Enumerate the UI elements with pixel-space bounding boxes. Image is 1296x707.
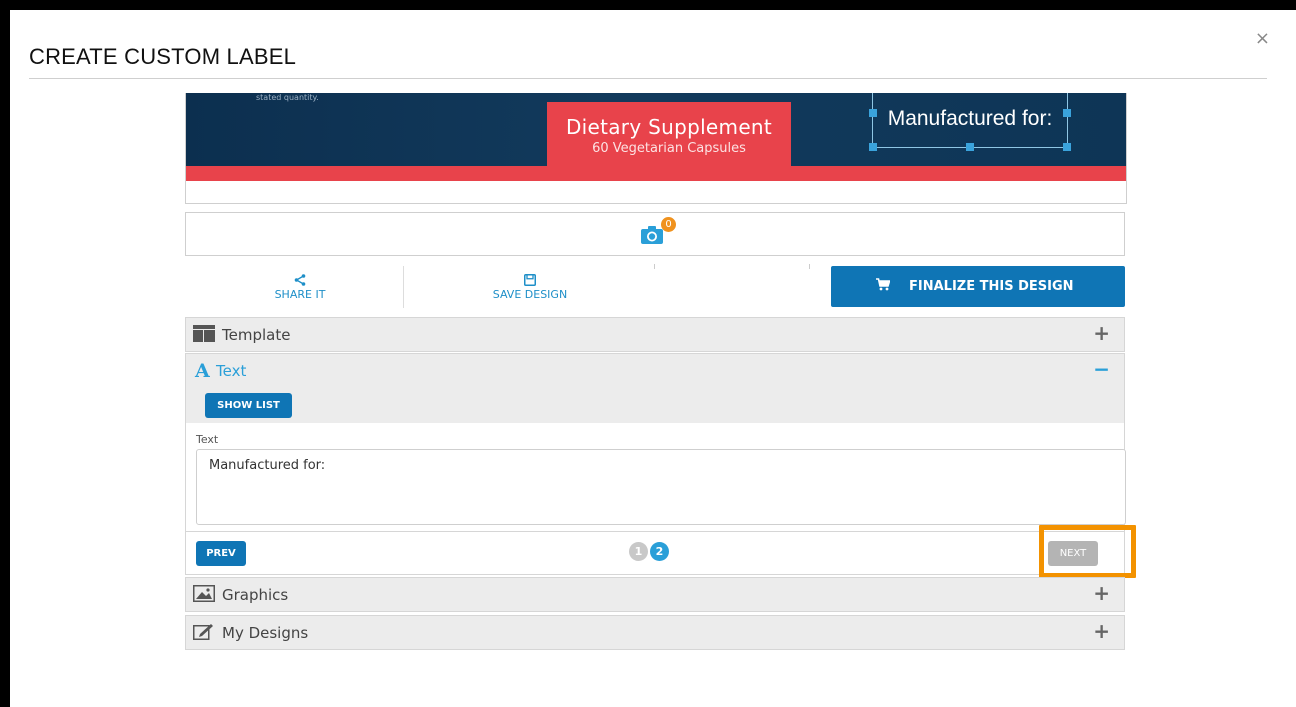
share-button[interactable]: SHARE IT [255,274,345,301]
supplement-subtitle: 60 Vegetarian Capsules [592,141,746,156]
page-dot-2[interactable]: 2 [650,542,669,561]
label-small-text: stated quantity. [256,93,319,102]
selected-text-element[interactable]: Manufactured for: [869,93,1071,151]
toolbar-tick [654,264,655,269]
expand-icon[interactable]: + [1093,321,1110,345]
save-design-button[interactable]: SAVE DESIGN [470,274,590,301]
finalize-label: FINALIZE THIS DESIGN [909,279,1074,294]
modal-title: CREATE CUSTOM LABEL [29,44,297,69]
accordion-template[interactable]: Template + [185,317,1125,352]
finalize-design-button[interactable]: FINALIZE THIS DESIGN [831,266,1125,307]
svg-text:A: A [194,361,210,379]
resize-handle[interactable] [1063,143,1071,151]
edit-design-icon [193,624,213,640]
toolbar-divider [403,266,404,308]
toolbar-tick [809,264,810,269]
supplement-banner: Dietary Supplement 60 Vegetarian Capsule… [547,102,791,181]
image-icon [193,585,215,602]
supplement-title: Dietary Supplement [565,115,773,139]
photo-upload-row: 0 [185,212,1125,256]
text-editor-panel: Text Manufactured for: [185,423,1126,531]
text-field-label: Text [196,433,219,446]
show-list-button[interactable]: SHOW LIST [205,393,292,418]
label-artwork: stated quantity. Dietary Supplement 60 V… [186,93,1126,181]
selected-text-content: Manufactured for: [887,107,1053,130]
text-icon: A [194,361,210,379]
share-label: SHARE IT [274,288,326,301]
photo-count-badge: 0 [661,217,676,232]
share-icon [294,274,306,286]
resize-handle[interactable] [1063,109,1071,117]
expand-icon[interactable]: + [1093,619,1110,643]
show-list-bar: SHOW LIST [185,387,1125,423]
create-label-modal: CREATE CUSTOM LABEL × stated quantity. D… [10,10,1296,707]
accordion-text[interactable]: A Text − [185,353,1125,388]
step-pager: PREV 1 2 NEXT [185,531,1125,575]
title-divider [29,78,1267,79]
accordion-graphics[interactable]: Graphics + [185,577,1125,612]
save-icon [524,274,536,286]
close-icon[interactable]: × [1255,30,1270,48]
accordion-my-designs[interactable]: My Designs + [185,615,1125,650]
resize-handle[interactable] [966,143,974,151]
expand-icon[interactable]: + [1093,581,1110,605]
page-dot-1[interactable]: 1 [629,542,648,561]
cart-icon [876,278,890,291]
prev-button[interactable]: PREV [196,541,246,566]
template-icon [193,325,215,342]
accordion-template-label: Template [222,326,291,344]
collapse-icon[interactable]: − [1093,357,1110,381]
next-button[interactable]: NEXT [1048,541,1098,566]
save-label: SAVE DESIGN [492,288,568,301]
resize-handle[interactable] [869,109,877,117]
label-preview: stated quantity. Dietary Supplement 60 V… [185,93,1127,204]
accordion-graphics-label: Graphics [222,586,289,604]
resize-handle[interactable] [869,143,877,151]
camera-icon[interactable] [641,226,663,244]
accordion-my-designs-label: My Designs [222,624,309,642]
text-field[interactable]: Manufactured for: [196,449,1126,525]
accordion-text-label: Text [216,362,247,380]
